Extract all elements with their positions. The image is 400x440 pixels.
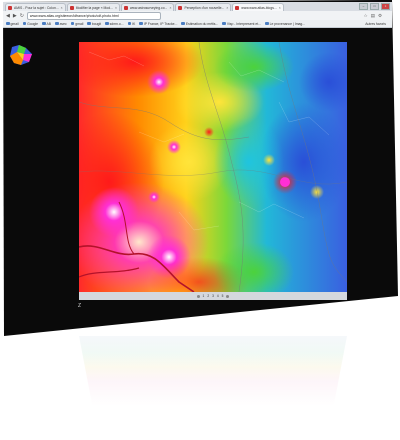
- pager-label[interactable]: 2: [207, 294, 209, 298]
- map-footer-bar: 1 2 3 4 5: [79, 292, 347, 300]
- browser-window: AMIS - Pour la sujet : Colon... × Modifi…: [3, 0, 398, 336]
- pager-label[interactable]: 4: [217, 294, 219, 298]
- pager-label[interactable]: 1: [203, 294, 205, 298]
- screen-reflection: [79, 336, 347, 406]
- pager-label[interactable]: 5: [222, 294, 224, 298]
- topographic-map[interactable]: [79, 42, 347, 292]
- status-glyph: Z: [78, 303, 82, 309]
- pager-dot-icon: [226, 294, 230, 298]
- france-map-logo-icon: [10, 45, 32, 65]
- screenshot-stage: AMIS - Pour la sujet : Colon... × Modifi…: [0, 0, 400, 440]
- pager-dot-icon: [196, 294, 200, 298]
- pager-label[interactable]: 3: [212, 294, 214, 298]
- map-surface[interactable]: [79, 42, 347, 292]
- page-content: 1 2 3 4 5 Z: [3, 0, 398, 336]
